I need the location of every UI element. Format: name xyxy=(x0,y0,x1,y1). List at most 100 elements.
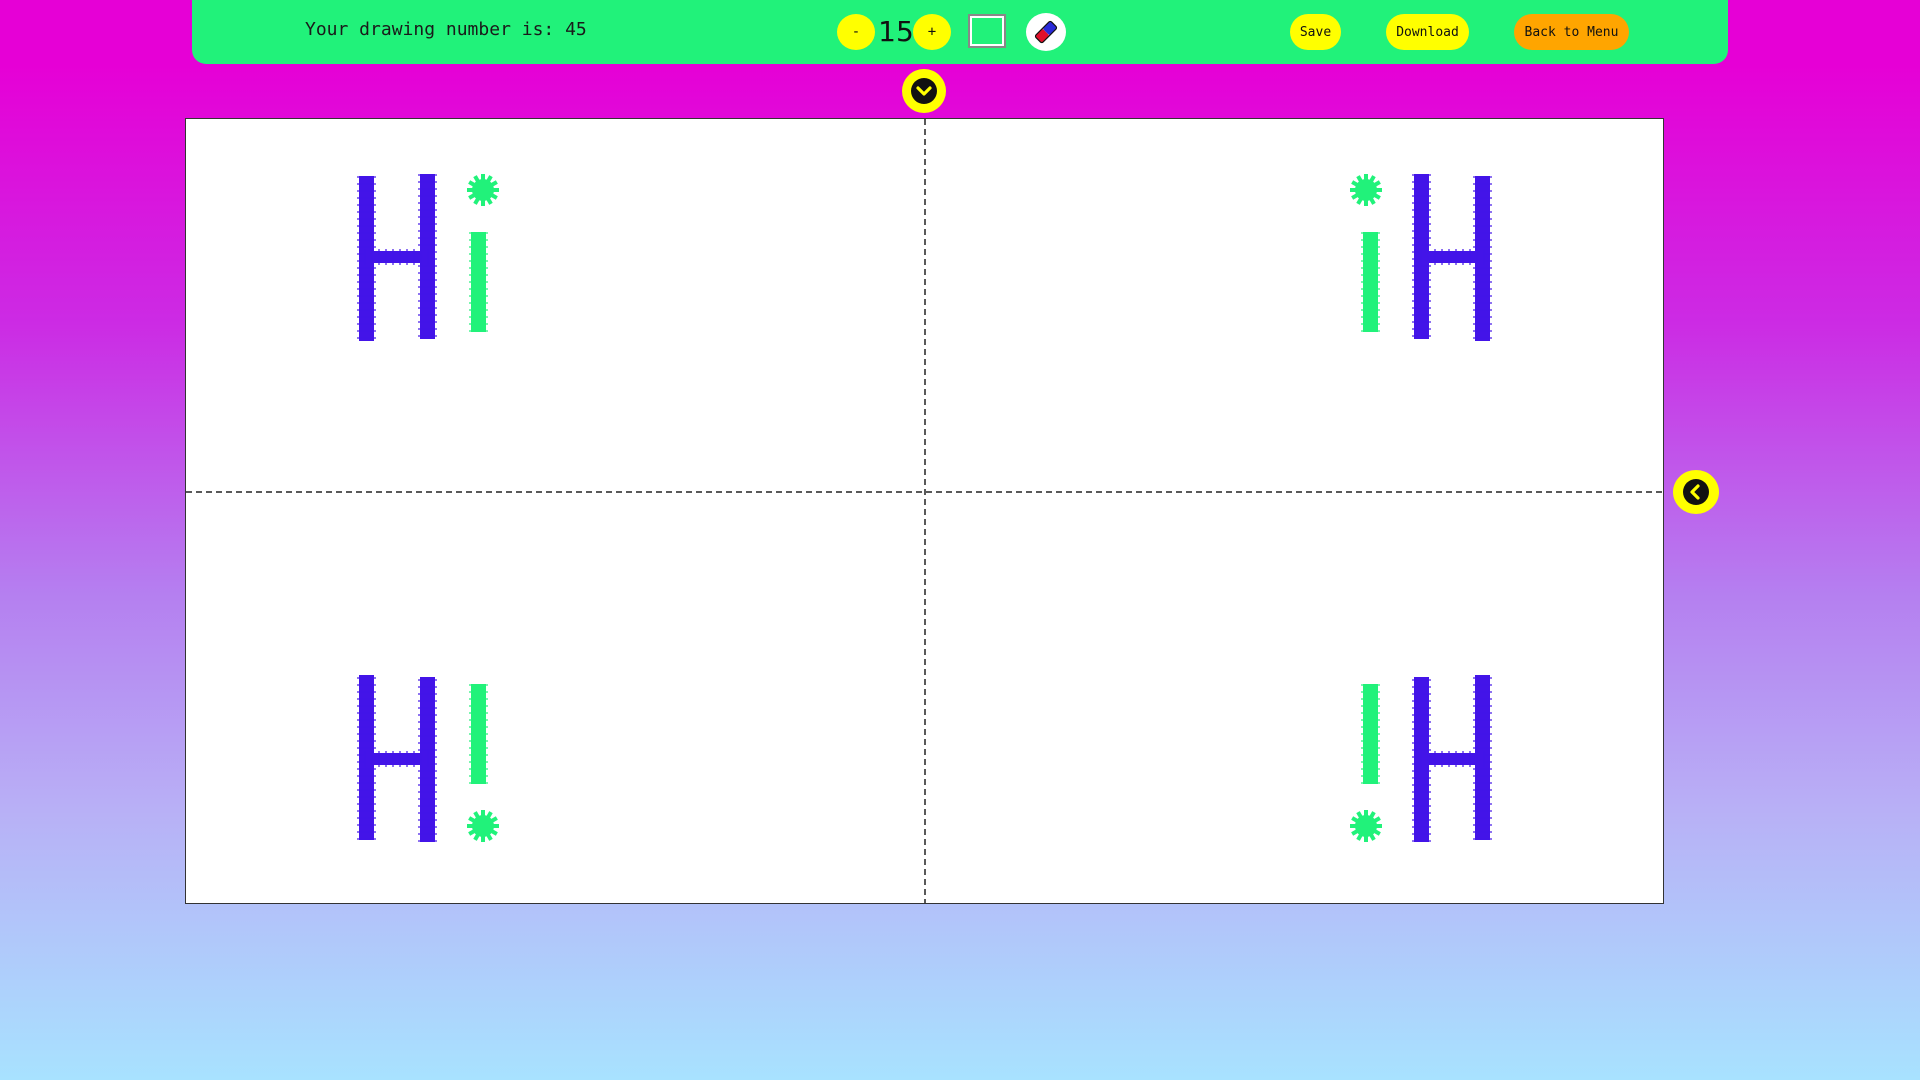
i-stem-stroke-texture xyxy=(469,698,488,700)
h-cross-stroke-texture xyxy=(364,751,366,767)
i-stem-stroke-texture xyxy=(469,239,488,241)
chevron-left-icon xyxy=(1683,479,1709,505)
save-button[interactable]: Save xyxy=(1290,14,1341,50)
drawing-canvas[interactable] xyxy=(185,118,1664,904)
h-cross-stroke-texture xyxy=(1455,751,1457,767)
eraser-button[interactable] xyxy=(1026,13,1066,51)
h-cross-stroke-texture xyxy=(371,249,373,265)
h-right-stroke-texture xyxy=(1412,293,1431,295)
h-left-stroke-texture xyxy=(1473,225,1492,227)
h-cross-stroke-texture xyxy=(406,249,408,265)
h-left-stroke-texture xyxy=(357,782,376,784)
decrease-brush-button[interactable]: - xyxy=(837,14,875,50)
i-stem-stroke-texture xyxy=(1361,712,1380,714)
h-right-stroke-texture xyxy=(1412,216,1431,218)
drawing-quadrant-bottom-right xyxy=(1350,675,1492,842)
h-left-stroke-texture xyxy=(357,726,376,728)
i-stem-stroke-texture xyxy=(1361,740,1380,742)
h-left-stroke-texture xyxy=(1473,803,1492,805)
h-left-stroke-texture xyxy=(1473,775,1492,777)
h-right-stroke-texture xyxy=(418,202,437,204)
h-right-stroke-texture xyxy=(1412,244,1431,246)
i-stem-stroke-texture xyxy=(1361,754,1380,756)
h-left-stroke-texture xyxy=(357,295,376,297)
h-left-stroke-texture xyxy=(357,316,376,318)
h-right-stroke-texture xyxy=(418,279,437,281)
h-right-stroke-texture xyxy=(418,805,437,807)
h-cross-stroke-texture xyxy=(399,751,401,767)
h-right-stroke-texture xyxy=(1412,202,1431,204)
back-to-menu-button[interactable]: Back to Menu xyxy=(1514,14,1629,50)
h-cross-stroke-texture xyxy=(378,249,380,265)
h-right-stroke-texture xyxy=(1412,335,1431,337)
i-stem-stroke-texture xyxy=(1361,330,1380,332)
h-right-stroke-texture xyxy=(418,300,437,302)
i-stem-stroke-texture xyxy=(1361,239,1380,241)
h-left-stroke-texture xyxy=(1473,733,1492,735)
i-dot xyxy=(1355,179,1377,201)
i-dot xyxy=(472,815,494,837)
h-right-stroke-texture xyxy=(418,721,437,723)
h-right-stroke-texture xyxy=(418,230,437,232)
h-left-stroke-texture xyxy=(1473,295,1492,297)
i-stem-stroke-texture xyxy=(1361,726,1380,728)
i-stem-stroke-texture xyxy=(469,754,488,756)
h-left-stroke-texture xyxy=(1473,740,1492,742)
h-right-stroke-texture xyxy=(418,791,437,793)
increase-brush-button[interactable]: + xyxy=(913,14,951,50)
h-right-stroke-texture xyxy=(1412,693,1431,695)
h-left-stroke-texture xyxy=(1473,211,1492,213)
h-left-stroke-texture xyxy=(357,810,376,812)
h-right-stroke-texture xyxy=(1412,686,1431,688)
h-left-stroke-texture xyxy=(357,176,376,178)
chevron-down-icon xyxy=(911,78,937,104)
download-button[interactable]: Download xyxy=(1386,14,1469,50)
h-left-stroke-texture xyxy=(357,337,376,339)
h-right-stroke-texture xyxy=(1412,321,1431,323)
h-right-stroke-texture xyxy=(1412,749,1431,751)
h-left-stroke-texture xyxy=(1473,323,1492,325)
color-picker[interactable] xyxy=(968,14,1006,48)
h-left-stroke-texture xyxy=(357,239,376,241)
h-right-stroke-texture xyxy=(1412,721,1431,723)
h-left-stroke-texture xyxy=(357,747,376,749)
h-right-stroke-texture xyxy=(418,742,437,744)
h-left-stroke-texture xyxy=(357,824,376,826)
h-left-stroke-texture xyxy=(357,225,376,227)
h-right-stroke-texture xyxy=(418,798,437,800)
h-cross-stroke-texture xyxy=(1441,751,1443,767)
h-right-stroke-texture xyxy=(1412,279,1431,281)
h-right-stroke-texture xyxy=(1412,230,1431,232)
h-left-stroke-texture xyxy=(357,677,376,679)
i-stem-stroke-texture xyxy=(1361,232,1380,234)
side-panel-toggle-button[interactable] xyxy=(1673,470,1719,514)
h-right-stroke-texture xyxy=(418,265,437,267)
i-stem-stroke-texture xyxy=(1361,323,1380,325)
h-right-stroke-texture xyxy=(1412,714,1431,716)
i-stem-stroke-texture xyxy=(469,295,488,297)
h-left-stroke-texture xyxy=(1473,246,1492,248)
drawing-number-label: Your drawing number is: 45 xyxy=(305,19,587,40)
h-cross-stroke-texture xyxy=(406,751,408,767)
h-left-stroke-texture xyxy=(1473,684,1492,686)
h-cross-stroke-texture xyxy=(413,249,415,265)
h-left-stroke-texture xyxy=(357,190,376,192)
h-left-stroke-texture xyxy=(357,698,376,700)
h-cross-stroke-texture xyxy=(1441,249,1443,265)
drawing-quadrant-top-left xyxy=(357,174,499,341)
h-cross-stroke-texture xyxy=(1469,751,1471,767)
h-left-stroke-texture xyxy=(1473,719,1492,721)
h-left-stroke-texture xyxy=(357,309,376,311)
h-cross-stroke-texture xyxy=(1455,249,1457,265)
i-stem-stroke-texture xyxy=(1361,698,1380,700)
i-stem-stroke-texture xyxy=(1361,288,1380,290)
h-left-stroke-texture xyxy=(1473,288,1492,290)
collapse-toolbar-button[interactable] xyxy=(902,69,946,113)
h-cross-stroke-texture xyxy=(1420,249,1422,265)
h-right-stroke-texture xyxy=(418,728,437,730)
h-right-stroke-texture xyxy=(418,209,437,211)
h-cross-stroke-texture xyxy=(1483,249,1485,265)
h-right-stroke-texture xyxy=(1412,223,1431,225)
h-left-stroke-texture xyxy=(1473,197,1492,199)
h-left-stroke-texture xyxy=(1473,337,1492,339)
